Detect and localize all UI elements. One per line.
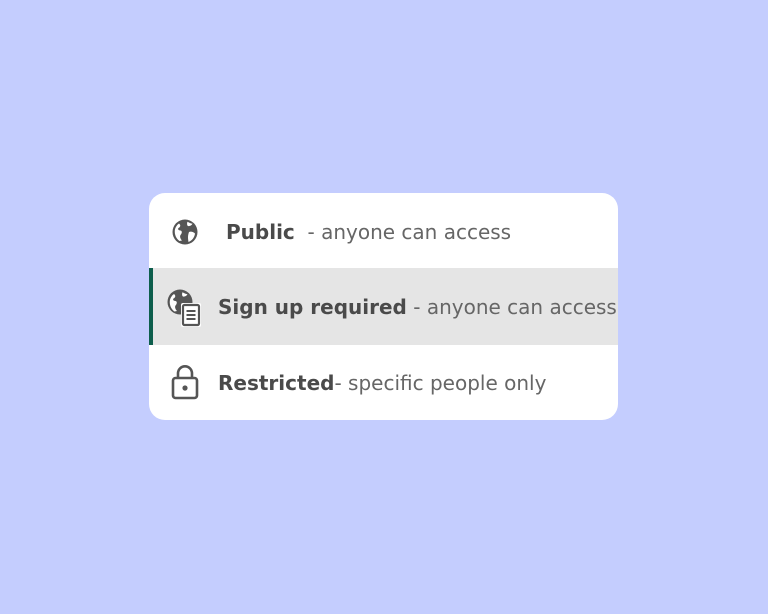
- selected-indicator: [149, 268, 153, 345]
- access-option-sign-up-required-label: Sign up required - anyone can access: [218, 297, 617, 317]
- option-separator: -: [413, 295, 421, 319]
- lock-icon: [171, 364, 199, 400]
- option-description: anyone can access: [321, 220, 512, 244]
- access-option-sign-up-required[interactable]: Sign up required - anyone can access: [149, 268, 618, 345]
- access-level-menu: Public - anyone can access Sign up requi…: [149, 193, 618, 420]
- globe-icon: [172, 219, 198, 245]
- access-option-restricted-label: Restricted- specific people only: [218, 373, 546, 393]
- access-option-public-label: Public - anyone can access: [226, 222, 511, 242]
- globe-document-icon: [167, 289, 201, 327]
- access-option-public[interactable]: Public - anyone can access: [149, 193, 618, 268]
- option-description: specific people only: [348, 371, 547, 395]
- option-separator: -: [334, 371, 342, 395]
- option-description: anyone can access: [426, 295, 617, 319]
- option-title: Public: [226, 220, 295, 244]
- access-option-restricted[interactable]: Restricted- specific people only: [149, 345, 618, 420]
- option-separator: -: [307, 220, 315, 244]
- option-title: Sign up required: [218, 295, 407, 319]
- option-title: Restricted: [218, 371, 335, 395]
